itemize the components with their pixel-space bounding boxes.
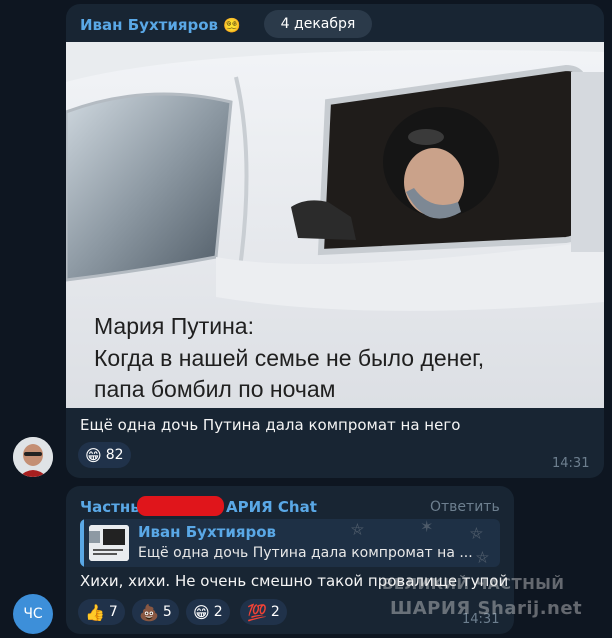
reaction-pill[interactable]: 💯 2 xyxy=(240,599,287,625)
sender-name-text[interactable]: Иван Бухтияров xyxy=(80,16,218,34)
message-caption: Ещё одна дочь Путина дала компромат на н… xyxy=(80,416,461,434)
pentagram-icon: ⛤ xyxy=(476,548,489,567)
reaction-count: 7 xyxy=(108,604,118,620)
reaction-pill[interactable]: 😁 82 xyxy=(78,442,131,468)
sender-name-prefix[interactable]: Частны xyxy=(80,498,144,516)
pentagram-icon: ⛤ xyxy=(351,520,364,539)
redaction-bar xyxy=(137,496,224,516)
sender-name[interactable]: Иван Бухтияров 😵‍💫 xyxy=(80,16,241,34)
photo-illustration: Мария Путина: Когда в нашей семье не был… xyxy=(66,42,604,408)
pentagram-icon: ⛤ xyxy=(470,524,483,543)
reaction-pill[interactable]: 😁 2 xyxy=(186,599,230,625)
quoted-thumbnail xyxy=(89,525,129,561)
message-time: 14:31 xyxy=(552,456,590,471)
quote-bar xyxy=(80,519,84,567)
photo-text-line2: Когда в нашей семье не было денег, xyxy=(94,345,484,371)
quoted-text: Ещё одна дочь Путина дала компромат на .… xyxy=(138,545,473,561)
reaction-count: 82 xyxy=(105,447,124,463)
date-label: 4 декабря xyxy=(264,10,372,38)
watermark-line1: ВЕЛИКИЙ ЧАСТНЫЙ xyxy=(382,575,565,593)
thumbnail-image-icon xyxy=(89,525,129,561)
grinning-face-icon: 😁 xyxy=(85,445,102,465)
photo-text-line3: папа бомбил по ночам xyxy=(94,376,335,402)
sender-name-suffix[interactable]: АРИЯ Chat xyxy=(226,498,317,516)
poop-icon: 💩 xyxy=(139,602,159,622)
avatar[interactable] xyxy=(13,437,53,477)
hundred-points-icon: 💯 xyxy=(247,602,267,622)
reply-button[interactable]: Ответить xyxy=(430,499,500,515)
thumbs-up-icon: 👍 xyxy=(85,602,105,622)
reaction-count: 2 xyxy=(270,604,280,620)
reaction-count: 2 xyxy=(213,604,223,620)
photo-text-line1: Мария Путина: xyxy=(94,313,254,339)
quoted-message[interactable]: Иван Бухтияров Ещё одна дочь Путина дала… xyxy=(80,519,500,567)
reaction-count: 5 xyxy=(162,604,172,620)
reaction-pill[interactable]: 👍 7 xyxy=(78,599,125,625)
sender-badge-icon: 😵‍💫 xyxy=(223,18,241,34)
sender-name[interactable]: Частны xyxy=(80,498,144,516)
reaction-pill[interactable]: 💩 5 xyxy=(132,599,179,625)
grinning-face-icon: 😁 xyxy=(193,602,210,622)
star-icon: ✶ xyxy=(420,517,434,536)
message-photo[interactable]: Мария Путина: Когда в нашей семье не был… xyxy=(66,42,604,408)
avatar-initials[interactable]: ЧС xyxy=(13,594,53,634)
quoted-author: Иван Бухтияров xyxy=(138,523,277,541)
user-photo-icon xyxy=(13,437,53,477)
watermark-line2: ШАРИЯ Sharij.net xyxy=(390,598,583,619)
